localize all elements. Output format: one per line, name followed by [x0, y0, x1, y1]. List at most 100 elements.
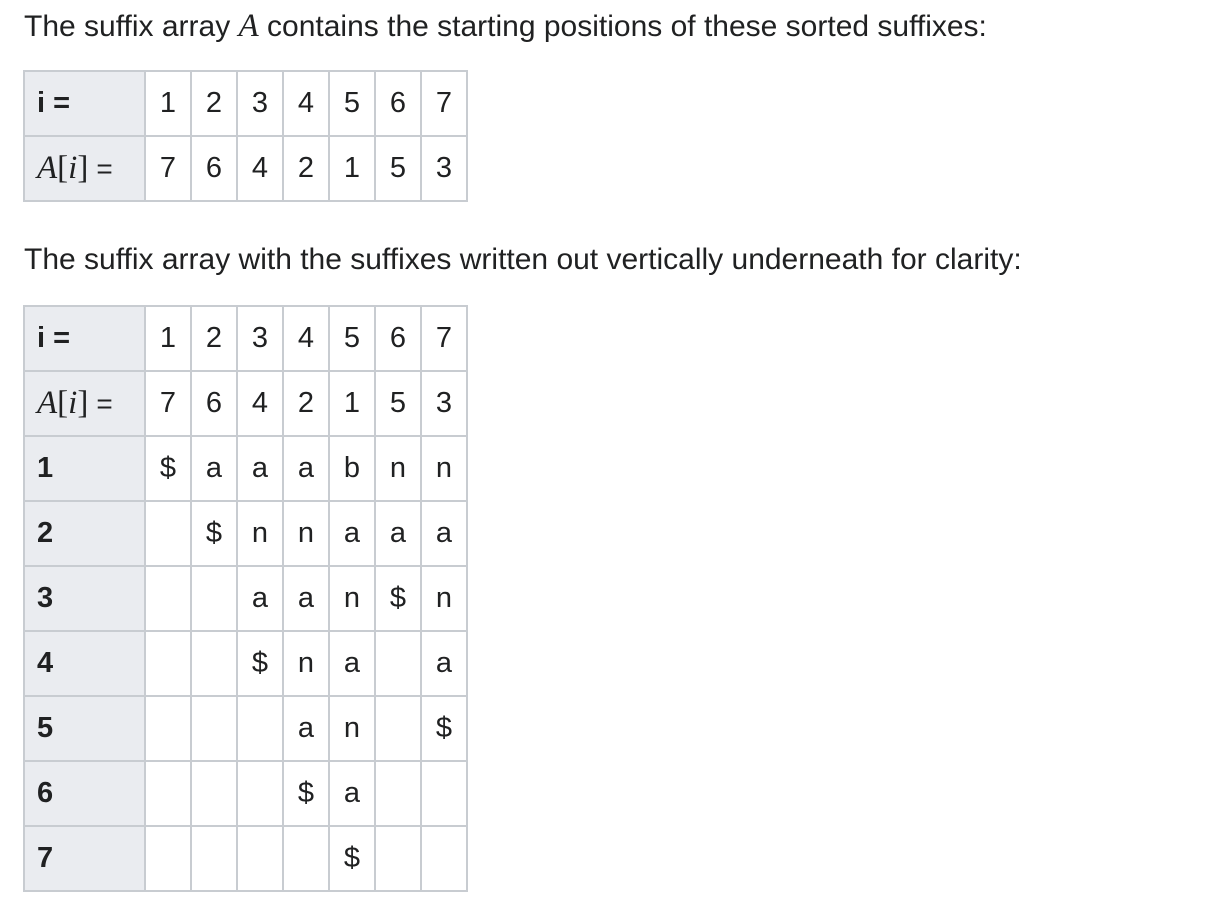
array-value-cell: 6	[190, 135, 238, 202]
suffix-char-cell	[144, 500, 192, 567]
suffix-char-cell: a	[236, 435, 284, 502]
index-cell: 2	[190, 70, 238, 137]
suffix-char-cell: $	[374, 565, 422, 632]
suffix-char-cell: a	[420, 630, 468, 697]
suffix-char-cell: $	[144, 435, 192, 502]
array-value-cell: 3	[420, 370, 468, 437]
suffix-row: 7 $	[23, 825, 468, 892]
suffix-char-cell: a	[190, 435, 238, 502]
array-value-cell: 5	[374, 370, 422, 437]
suffix-row: 1 $ a a a b n n	[23, 435, 468, 502]
suffix-char-cell: n	[282, 630, 330, 697]
suffix-row-header: 6	[23, 760, 146, 827]
index-cell: 4	[282, 305, 330, 372]
suffix-char-cell: a	[282, 565, 330, 632]
index-row: i = 1 2 3 4 5 6 7	[23, 70, 468, 137]
suffix-char-cell: n	[420, 435, 468, 502]
suffix-array-table: i = 1 2 3 4 5 6 7 A[i] = 7 6 4 2 1 5 3	[23, 70, 468, 202]
suffix-char-cell	[374, 825, 422, 892]
suffix-row-header: 5	[23, 695, 146, 762]
suffix-char-cell	[420, 825, 468, 892]
suffix-char-cell: n	[328, 695, 376, 762]
suffix-char-cell	[144, 695, 192, 762]
array-value-cell: 1	[328, 370, 376, 437]
suffix-char-cell	[190, 565, 238, 632]
suffix-row-header: 1	[23, 435, 146, 502]
suffix-char-cell	[144, 565, 192, 632]
suffix-char-cell: n	[420, 565, 468, 632]
suffix-char-cell: $	[328, 825, 376, 892]
suffix-char-cell: $	[236, 630, 284, 697]
array-value-cell: 5	[374, 135, 422, 202]
suffix-char-cell	[374, 760, 422, 827]
suffix-array-vertical-table: i = 1 2 3 4 5 6 7 A[i] = 7 6 4 2 1 5 3 1…	[23, 305, 468, 892]
array-value-cell: 7	[144, 370, 192, 437]
suffix-char-cell	[190, 695, 238, 762]
suffix-char-cell	[144, 630, 192, 697]
array-row-header: A[i] =	[23, 370, 146, 437]
suffix-char-cell: a	[328, 630, 376, 697]
suffix-row: 4 $ n a a	[23, 630, 468, 697]
index-cell: 3	[236, 305, 284, 372]
index-row-header: i =	[23, 305, 146, 372]
index-cell: 1	[144, 305, 192, 372]
suffix-row-header: 4	[23, 630, 146, 697]
suffix-char-cell: $	[190, 500, 238, 567]
suffix-char-cell	[190, 630, 238, 697]
suffix-char-cell	[236, 695, 284, 762]
suffix-char-cell: n	[374, 435, 422, 502]
suffix-char-cell	[144, 760, 192, 827]
array-row-math: A[i]	[37, 150, 89, 186]
array-row: A[i] = 7 6 4 2 1 5 3	[23, 135, 468, 202]
suffix-char-cell: b	[328, 435, 376, 502]
index-cell: 1	[144, 70, 192, 137]
index-cell: 7	[420, 70, 468, 137]
suffix-char-cell	[144, 825, 192, 892]
index-row: i = 1 2 3 4 5 6 7	[23, 305, 468, 372]
array-value-cell: 1	[328, 135, 376, 202]
suffix-char-cell: a	[374, 500, 422, 567]
array-value-cell: 3	[420, 135, 468, 202]
array-value-cell: 4	[236, 135, 284, 202]
index-cell: 2	[190, 305, 238, 372]
equals-sign: =	[96, 388, 113, 419]
index-cell: 7	[420, 305, 468, 372]
suffix-row: 3 a a n $ n	[23, 565, 468, 632]
suffix-char-cell: a	[236, 565, 284, 632]
index-cell: 3	[236, 70, 284, 137]
suffix-row-header: 7	[23, 825, 146, 892]
index-cell: 4	[282, 70, 330, 137]
index-cell: 5	[328, 70, 376, 137]
suffix-char-cell	[374, 695, 422, 762]
suffix-char-cell	[190, 825, 238, 892]
intro-text-before: The suffix array	[24, 10, 239, 43]
array-value-cell: 2	[282, 135, 330, 202]
intro-text-after: contains the starting positions of these…	[258, 10, 987, 43]
suffix-char-cell: n	[236, 500, 284, 567]
math-variable-a: A	[238, 8, 259, 44]
array-value-cell: 4	[236, 370, 284, 437]
array-row-math: A[i]	[37, 385, 89, 421]
suffix-char-cell: a	[282, 695, 330, 762]
suffix-row: 6 $ a	[23, 760, 468, 827]
suffix-char-cell: n	[328, 565, 376, 632]
suffix-char-cell: a	[328, 760, 376, 827]
array-value-cell: 2	[282, 370, 330, 437]
vertical-paragraph: The suffix array with the suffixes writt…	[24, 243, 1022, 276]
index-row-header: i =	[23, 70, 146, 137]
suffix-row-header: 3	[23, 565, 146, 632]
equals-sign: =	[96, 153, 113, 184]
suffix-char-cell: n	[282, 500, 330, 567]
array-value-cell: 6	[190, 370, 238, 437]
suffix-char-cell: a	[328, 500, 376, 567]
array-row: A[i] = 7 6 4 2 1 5 3	[23, 370, 468, 437]
index-cell: 6	[374, 305, 422, 372]
array-value-cell: 7	[144, 135, 192, 202]
suffix-char-cell: $	[282, 760, 330, 827]
index-cell: 6	[374, 70, 422, 137]
intro-paragraph: The suffix array A contains the starting…	[24, 8, 987, 45]
suffix-char-cell: a	[282, 435, 330, 502]
suffix-row-header: 2	[23, 500, 146, 567]
index-cell: 5	[328, 305, 376, 372]
array-row-header: A[i] =	[23, 135, 146, 202]
